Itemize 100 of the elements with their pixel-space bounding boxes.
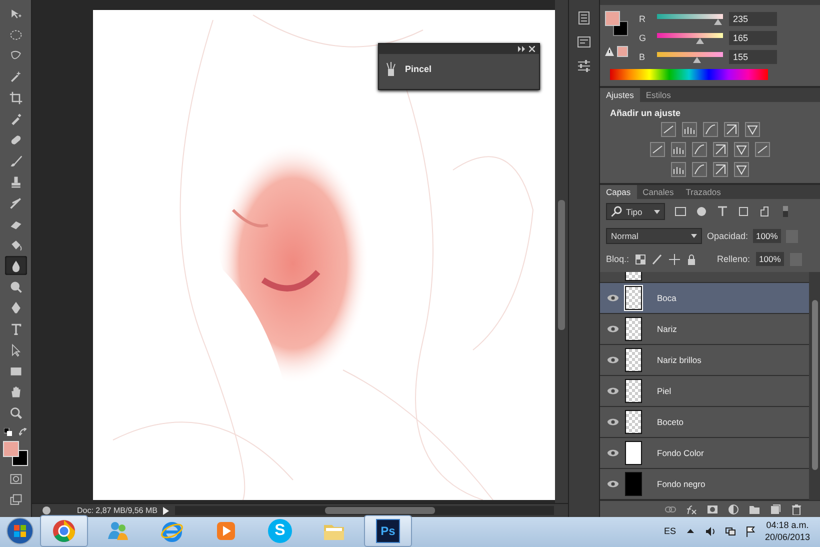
layer-row[interactable]: Boca [600, 283, 809, 314]
curves-icon[interactable] [702, 122, 718, 137]
move-icon[interactable] [669, 254, 680, 264]
blend-mode-dropdown[interactable]: Normal [606, 228, 702, 244]
mask-icon[interactable] [707, 504, 718, 514]
panel-tab[interactable]: Ajustes [600, 88, 640, 102]
collapse-icon[interactable] [518, 46, 525, 52]
language-indicator[interactable]: ES [664, 526, 676, 536]
color-swatches-drawing[interactable] [2, 441, 28, 467]
layer-name[interactable]: Fondo negro [649, 479, 809, 489]
channel-label: R [639, 14, 646, 24]
app-icon: Ps [376, 519, 400, 543]
shape-filter-icon[interactable] [738, 206, 750, 217]
layer-name[interactable]: Boca [649, 293, 809, 303]
channel-value[interactable]: 235 [729, 12, 777, 26]
channel-value[interactable]: 165 [729, 31, 777, 45]
eye-icon[interactable] [606, 480, 618, 488]
color-slider[interactable] [657, 32, 723, 44]
color-slider[interactable] [657, 14, 723, 24]
vertical-scrollbar[interactable] [555, 0, 568, 503]
horizontal-scrollbar[interactable] [175, 506, 554, 515]
close-icon[interactable] [529, 46, 535, 52]
levels-icon[interactable] [682, 122, 696, 137]
eye-icon[interactable] [606, 294, 618, 302]
clock[interactable]: 04:18 a.m. 20/06/2013 [764, 520, 814, 542]
warning-icon [605, 47, 614, 56]
filter-value: Tipo [626, 206, 642, 216]
layer-name[interactable]: Piel [649, 386, 809, 396]
slider-thumb[interactable] [714, 18, 722, 24]
taskbar-button[interactable]: Ps [364, 515, 412, 547]
image-filter-icon[interactable] [675, 206, 686, 217]
caret-icon [654, 210, 660, 214]
tool-button[interactable] [4, 256, 26, 275]
filter-dropdown[interactable]: Tipo [606, 203, 666, 220]
flag-icon[interactable] [744, 526, 756, 536]
half-circle-icon[interactable] [728, 504, 739, 514]
channel-label: B [639, 52, 646, 62]
eye-icon[interactable] [606, 325, 618, 333]
fill-field[interactable]: 100% [756, 252, 784, 266]
move-tool-icon [8, 6, 22, 20]
network-icon[interactable] [724, 526, 736, 536]
start-button[interactable] [6, 517, 34, 545]
adjustment-filter-icon[interactable] [696, 206, 708, 217]
panel-label[interactable]: Pincel [405, 64, 432, 74]
layer-name[interactable]: Boceto [649, 417, 809, 427]
layer-thumbnail [625, 272, 642, 281]
opacity-field[interactable]: 100% [753, 229, 781, 243]
trash-icon[interactable] [791, 504, 802, 514]
panel-tab[interactable]: Estilos [640, 88, 677, 102]
smart-object-filter-icon[interactable] [759, 206, 770, 217]
sliders-icon[interactable] [576, 58, 592, 74]
layer-name[interactable]: Nariz brillos [649, 355, 809, 365]
new-layer-icon[interactable] [770, 504, 781, 514]
swap-icon[interactable] [18, 428, 28, 437]
layer-row[interactable]: Fondo Color [600, 438, 809, 469]
layer-name[interactable]: Fondo Color [649, 448, 809, 458]
eye-icon[interactable] [606, 356, 618, 364]
panel-heading: Añadir un ajuste [609, 107, 682, 120]
effects-icon[interactable] [686, 504, 697, 514]
slider-thumb[interactable] [696, 38, 704, 44]
eye-icon[interactable] [606, 449, 618, 457]
stamp-icon [8, 174, 22, 188]
opacity-label: Opacidad: [707, 231, 748, 241]
color-swatches-drawing[interactable] [605, 11, 629, 37]
panel-tab[interactable]: Capas [600, 185, 637, 199]
layer-name[interactable]: Nariz [649, 324, 809, 334]
layer-row[interactable]: Boceto [600, 407, 809, 438]
play-icon [214, 519, 238, 543]
color-spectrum[interactable] [610, 68, 768, 80]
speaker-icon[interactable] [704, 526, 716, 536]
brush-icon [8, 154, 22, 168]
lock-label: Bloq.: [606, 254, 630, 264]
properties-icon[interactable] [576, 34, 592, 50]
history-icon[interactable] [576, 10, 592, 26]
color-slider[interactable] [657, 52, 723, 62]
link-icon[interactable] [665, 504, 676, 514]
gamut-swatch[interactable] [617, 46, 628, 57]
type-filter-icon[interactable] [717, 206, 728, 217]
caret-icon [691, 234, 697, 238]
checker-icon[interactable] [635, 254, 646, 264]
document-size: Doc: 2,87 MB/9,56 MB [77, 506, 158, 515]
panel-tab[interactable]: Canales [636, 185, 680, 199]
slider-thumb[interactable] [693, 56, 702, 62]
layer-row[interactable]: Piel [600, 376, 809, 407]
layer-row[interactable]: Fondo negro [600, 469, 809, 500]
default-colors-icon[interactable] [4, 428, 12, 437]
crop-icon [8, 90, 22, 104]
layers-scrollbar[interactable] [809, 272, 820, 500]
channel-value[interactable]: 155 [729, 50, 777, 64]
play-arrow-icon[interactable] [163, 506, 170, 514]
lock-icon[interactable] [686, 254, 698, 264]
eye-icon[interactable] [606, 418, 618, 426]
panel-tab[interactable]: Trazados [680, 185, 727, 199]
layer-row[interactable]: Nariz brillos [600, 345, 809, 376]
status-icon[interactable] [42, 506, 51, 515]
hand-icon [8, 384, 22, 398]
color-wheel-icon [52, 519, 76, 543]
layer-row[interactable]: Nariz [600, 314, 809, 345]
eye-icon[interactable] [606, 387, 618, 395]
brush-icon[interactable] [652, 254, 664, 264]
